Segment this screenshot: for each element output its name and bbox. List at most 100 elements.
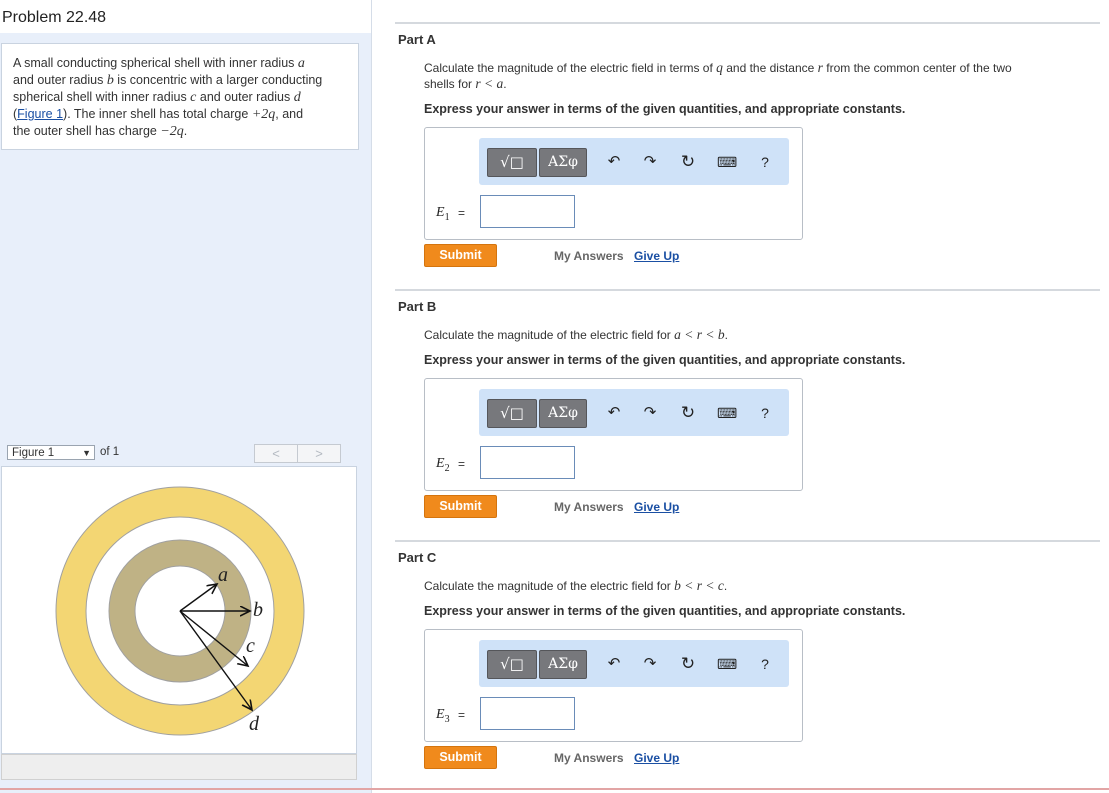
undo-icon[interactable]: ↶ <box>604 403 624 423</box>
keyboard-icon[interactable]: ⌨ <box>717 654 737 674</box>
answer-label: E3 <box>436 707 450 725</box>
charge-outer: −2q <box>160 124 184 139</box>
figure-count: of 1 <box>100 446 120 458</box>
symbols-button[interactable]: ΑΣφ <box>539 399 587 428</box>
next-figure-button[interactable]: > <box>297 444 341 463</box>
help-icon[interactable]: ? <box>755 654 775 674</box>
label-subscript: 3 <box>444 713 450 725</box>
submit-button[interactable]: Submit <box>424 495 497 518</box>
label-e: E <box>436 205 445 220</box>
help-icon[interactable]: ? <box>755 152 775 172</box>
desc-text: Calculate the magnitude of the electric … <box>424 579 675 593</box>
figure-panel: a b c d <box>1 466 357 754</box>
express-instruction: Express your answer in terms of the give… <box>424 102 906 116</box>
label-e: E <box>436 456 445 471</box>
desc-text: and the distance <box>722 61 818 75</box>
answer-input-e1[interactable] <box>480 195 575 228</box>
condition: a < r < b <box>674 327 725 342</box>
reset-icon[interactable]: ↻ <box>678 654 698 674</box>
concentric-shells-diagram: a b c d <box>55 486 305 736</box>
reset-icon[interactable]: ↻ <box>678 152 698 172</box>
equation-toolbar: √□ ΑΣφ ↶ ↷ ↻ ⌨ ? <box>479 138 789 185</box>
figure-select-value: Figure 1 <box>12 447 55 459</box>
answer-box: √□ ΑΣφ ↶ ↷ ↻ ⌨ ? E3 = <box>424 629 803 742</box>
var-a: a <box>297 56 305 71</box>
condition: r < a <box>475 76 504 91</box>
part-a: Part A Calculate the magnitude of the el… <box>395 32 1100 272</box>
answer-label: E2 <box>436 456 450 474</box>
desc-text: Calculate the magnitude of the electric … <box>424 328 675 342</box>
greek-symbols-icon: ΑΣφ <box>548 154 578 170</box>
answer-box: √□ ΑΣφ ↶ ↷ ↻ ⌨ ? E1 = <box>424 127 803 240</box>
submit-button[interactable]: Submit <box>424 244 497 267</box>
keyboard-icon[interactable]: ⌨ <box>717 152 737 172</box>
redo-icon[interactable]: ↷ <box>640 403 660 423</box>
give-up-link[interactable]: Give Up <box>634 249 679 263</box>
part-divider <box>395 22 1100 24</box>
part-divider <box>395 289 1100 291</box>
answer-input-e2[interactable] <box>480 446 575 479</box>
prev-figure-button[interactable]: < <box>254 444 298 463</box>
templates-button[interactable]: √□ <box>487 650 537 679</box>
part-description: Calculate the magnitude of the electric … <box>424 327 1089 343</box>
problem-statement: A small conducting spherical shell with … <box>1 43 359 150</box>
undo-icon[interactable]: ↶ <box>604 152 624 172</box>
equation-toolbar: √□ ΑΣφ ↶ ↷ ↻ ⌨ ? <box>479 389 789 436</box>
keyboard-icon[interactable]: ⌨ <box>717 403 737 423</box>
figure-select[interactable]: Figure 1 ▼ <box>7 445 95 460</box>
part-c: Part C Calculate the magnitude of the el… <box>395 550 1100 775</box>
answer-label: E1 <box>436 205 450 223</box>
symbols-button[interactable]: ΑΣφ <box>539 148 587 177</box>
statement-text: is concentric with a larger conducting <box>113 73 323 87</box>
chevron-right-icon: > <box>315 446 323 461</box>
figure-link[interactable]: Figure 1 <box>17 107 63 121</box>
label-b: b <box>253 599 263 621</box>
figure-nav-bar: Figure 1 ▼ of 1 < > <box>1 443 356 465</box>
desc-text: Calculate the magnitude of the electric … <box>424 61 717 75</box>
label-subscript: 1 <box>444 211 450 223</box>
answer-input-e3[interactable] <box>480 697 575 730</box>
give-up-link[interactable]: Give Up <box>634 500 679 514</box>
var-q: q <box>716 60 723 75</box>
part-title: Part C <box>398 550 437 565</box>
statement-text: and outer radius <box>13 73 107 87</box>
my-answers-link[interactable]: My Answers <box>554 751 624 765</box>
templates-button[interactable]: √□ <box>487 148 537 177</box>
caret-down-icon: ▼ <box>82 448 91 458</box>
part-description: Calculate the magnitude of the electric … <box>424 578 1089 594</box>
equals-sign: = <box>458 708 466 722</box>
submit-button[interactable]: Submit <box>424 746 497 769</box>
redo-icon[interactable]: ↷ <box>640 654 660 674</box>
express-instruction: Express your answer in terms of the give… <box>424 604 906 618</box>
greek-symbols-icon: ΑΣφ <box>548 656 578 672</box>
statement-text: spherical shell with inner radius <box>13 90 191 104</box>
my-answers-link[interactable]: My Answers <box>554 500 624 514</box>
chevron-left-icon: < <box>272 446 280 461</box>
label-c: c <box>246 635 255 657</box>
equals-sign: = <box>458 457 466 471</box>
symbols-button[interactable]: ΑΣφ <box>539 650 587 679</box>
part-divider <box>395 540 1100 542</box>
sqrt-template-icon: √□ <box>500 655 524 673</box>
statement-text: and outer radius <box>196 90 294 104</box>
statement-text: , and <box>275 107 304 121</box>
statement-text: . <box>183 124 188 138</box>
give-up-link[interactable]: Give Up <box>634 751 679 765</box>
var-d: d <box>293 90 301 105</box>
redo-icon[interactable]: ↷ <box>640 152 660 172</box>
part-title: Part A <box>398 32 436 47</box>
undo-icon[interactable]: ↶ <box>604 654 624 674</box>
desc-text: from the common center of the two <box>822 61 1012 75</box>
part-description: Calculate the magnitude of the electric … <box>424 60 1089 92</box>
sqrt-template-icon: √□ <box>500 153 524 171</box>
reset-icon[interactable]: ↻ <box>678 403 698 423</box>
statement-text: the outer shell has charge <box>13 124 161 138</box>
desc-text: . <box>723 579 728 593</box>
help-icon[interactable]: ? <box>755 403 775 423</box>
templates-button[interactable]: √□ <box>487 399 537 428</box>
part-title: Part B <box>398 299 437 314</box>
figure-footer <box>1 754 357 780</box>
condition: b < r < c <box>674 578 724 593</box>
my-answers-link[interactable]: My Answers <box>554 249 624 263</box>
statement-text: . The inner shell has total charge <box>67 107 252 121</box>
